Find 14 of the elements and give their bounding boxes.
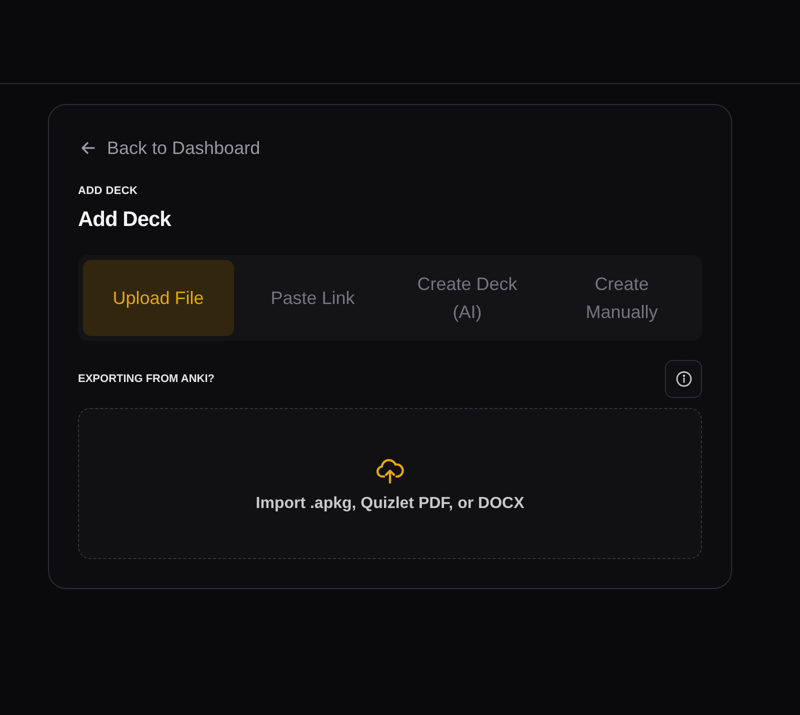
tab[interactable]: Create Manually — [546, 260, 697, 336]
tab[interactable]: Create Deck (AI) — [392, 260, 542, 336]
tab[interactable]: Upload File — [83, 260, 234, 336]
eyebrow-label: ADD DECK — [78, 184, 138, 198]
cloud-upload-icon — [376, 458, 404, 484]
back-link[interactable]: Back to Dashboard — [78, 137, 260, 159]
upload-dropzone[interactable]: Import .apkg, Quizlet PDF, or DOCX — [78, 408, 702, 559]
info-button[interactable] — [665, 360, 702, 398]
dropzone-text: Import .apkg, Quizlet PDF, or DOCX — [256, 494, 524, 514]
section-label: EXPORTING FROM ANKI? — [78, 372, 214, 386]
page-title: Add Deck — [78, 207, 171, 233]
info-icon — [676, 371, 692, 387]
tab[interactable]: Paste Link — [238, 260, 388, 336]
left-arrow-icon — [81, 141, 95, 155]
